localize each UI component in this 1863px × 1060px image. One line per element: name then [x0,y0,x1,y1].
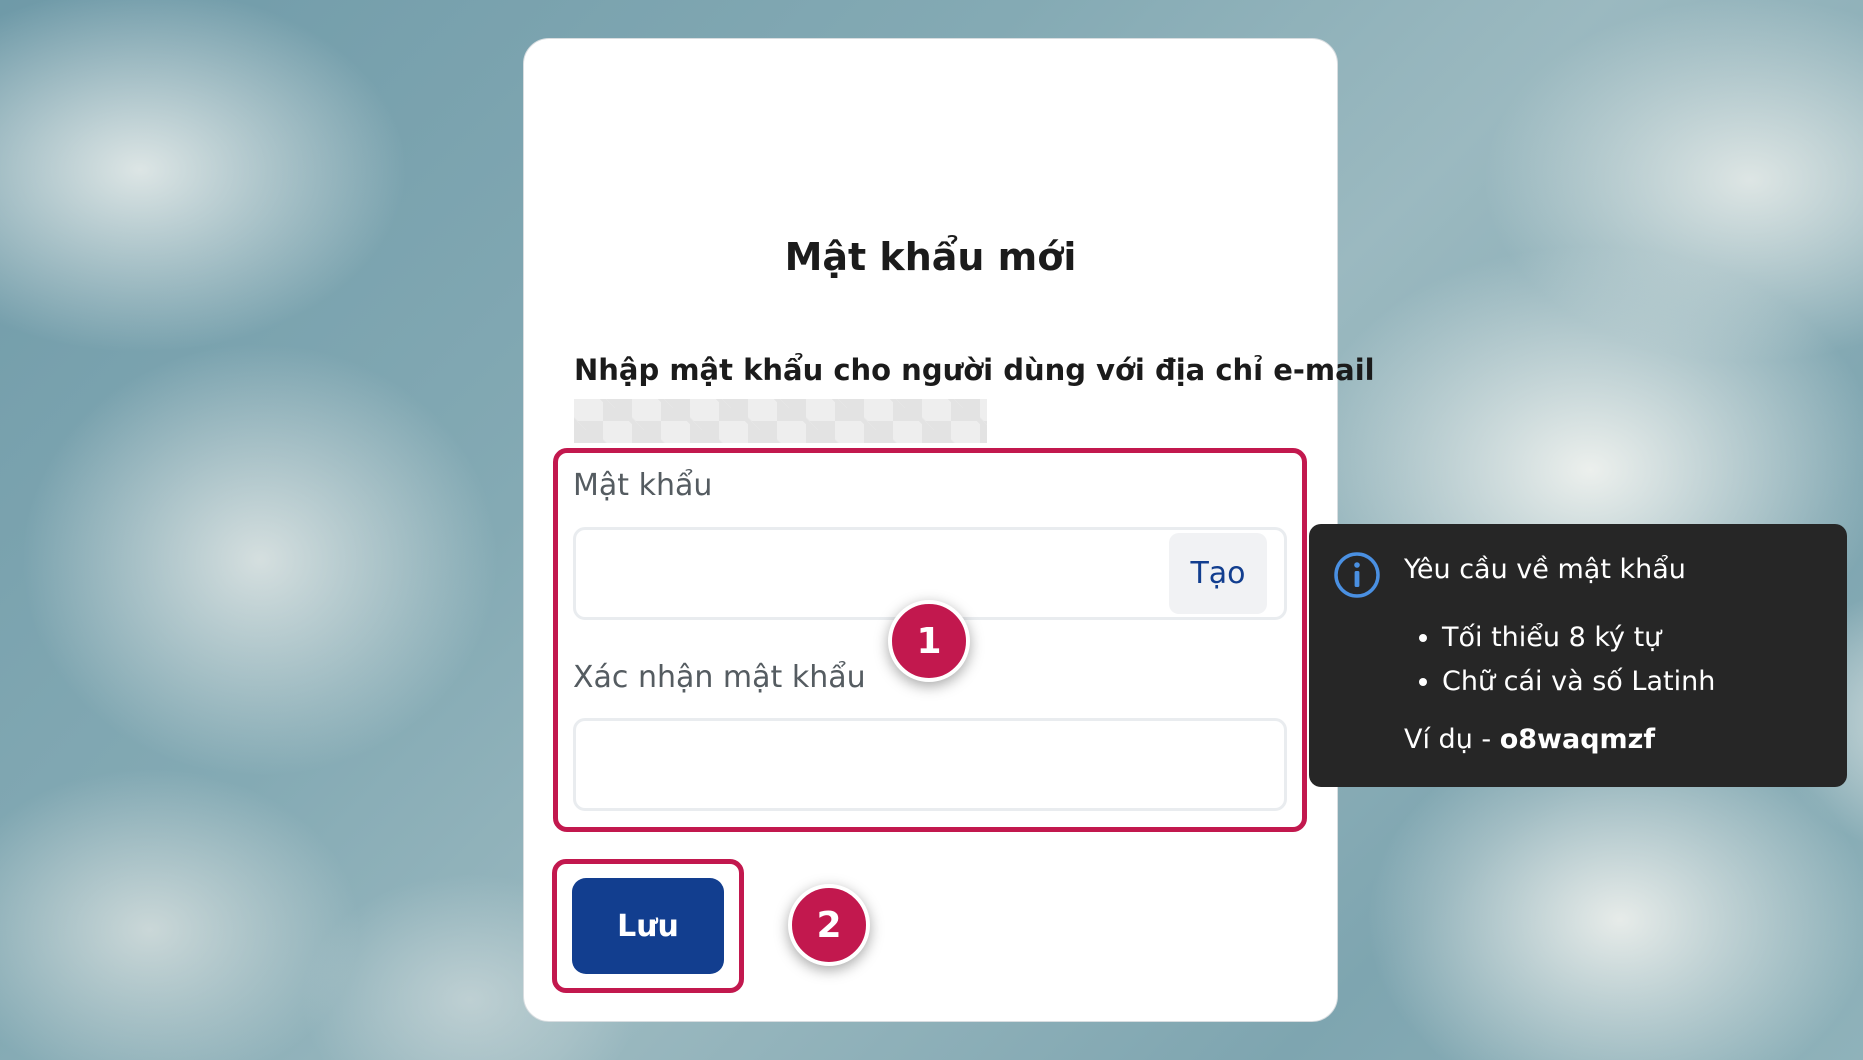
generate-password-button[interactable]: Tạo [1169,533,1267,614]
requirement-item: Chữ cái và số Latinh [1442,660,1715,704]
confirm-password-input[interactable] [573,718,1287,811]
requirement-item: Tối thiểu 8 ký tự [1442,616,1715,660]
info-icon [1334,552,1380,598]
password-requirements-tooltip: Yêu cầu về mật khẩu Tối thiểu 8 ký tự Ch… [1309,524,1847,787]
step-marker-2: 2 [788,884,870,966]
example-value: o8waqmzf [1499,724,1656,755]
redacted-email [574,399,987,443]
example-prefix: Ví dụ - [1404,724,1500,755]
instruction-text: Nhập mật khẩu cho người dùng với địa chỉ… [574,353,1375,387]
example-line: Ví dụ - o8waqmzf [1404,724,1655,755]
tooltip-title: Yêu cầu về mật khẩu [1404,554,1686,585]
requirements-list: Tối thiểu 8 ký tự Chữ cái và số Latinh [1404,616,1715,704]
page-title: Mật khẩu mới [784,235,1077,279]
step-marker-1: 1 [888,600,970,682]
confirm-password-label: Xác nhận mật khẩu [573,660,866,695]
save-button[interactable]: Lưu [572,878,724,974]
password-label: Mật khẩu [573,468,713,503]
